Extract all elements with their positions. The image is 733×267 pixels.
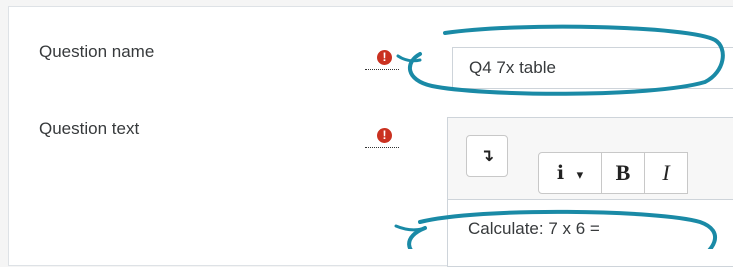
- dotted-underline: [365, 147, 399, 148]
- collapse-toolbar-button[interactable]: ↴: [466, 135, 508, 177]
- question-text-editor: ↴ i ▾ B I Calculate: 7 x 6 =: [447, 117, 733, 267]
- question-text-label: Question text: [39, 119, 140, 138]
- exclamation-circle-icon: !: [377, 50, 392, 65]
- chevron-down-icon: ▾: [576, 168, 584, 183]
- question-name-input[interactable]: Q4 7x table: [452, 47, 733, 89]
- italic-icon: I: [662, 160, 670, 185]
- bold-icon: B: [615, 160, 631, 185]
- editor-toolbar: ↴ i ▾ B I: [448, 118, 733, 200]
- dotted-underline: [365, 69, 399, 70]
- question-text-content[interactable]: Calculate: 7 x 6 =: [448, 201, 733, 266]
- form-panel: Question name ! Q4 7x table Question tex…: [8, 6, 733, 267]
- collapse-icon: ↴: [479, 146, 495, 165]
- question-name-label: Question name: [39, 42, 155, 61]
- italic-button[interactable]: I: [644, 152, 688, 194]
- exclamation-circle-icon: !: [377, 128, 392, 143]
- question-text-required-indicator[interactable]: !: [365, 128, 399, 148]
- info-icon: i: [556, 162, 565, 184]
- insert-info-button[interactable]: i ▾: [538, 152, 602, 194]
- question-name-required-indicator[interactable]: !: [365, 50, 399, 70]
- bold-button[interactable]: B: [601, 152, 645, 194]
